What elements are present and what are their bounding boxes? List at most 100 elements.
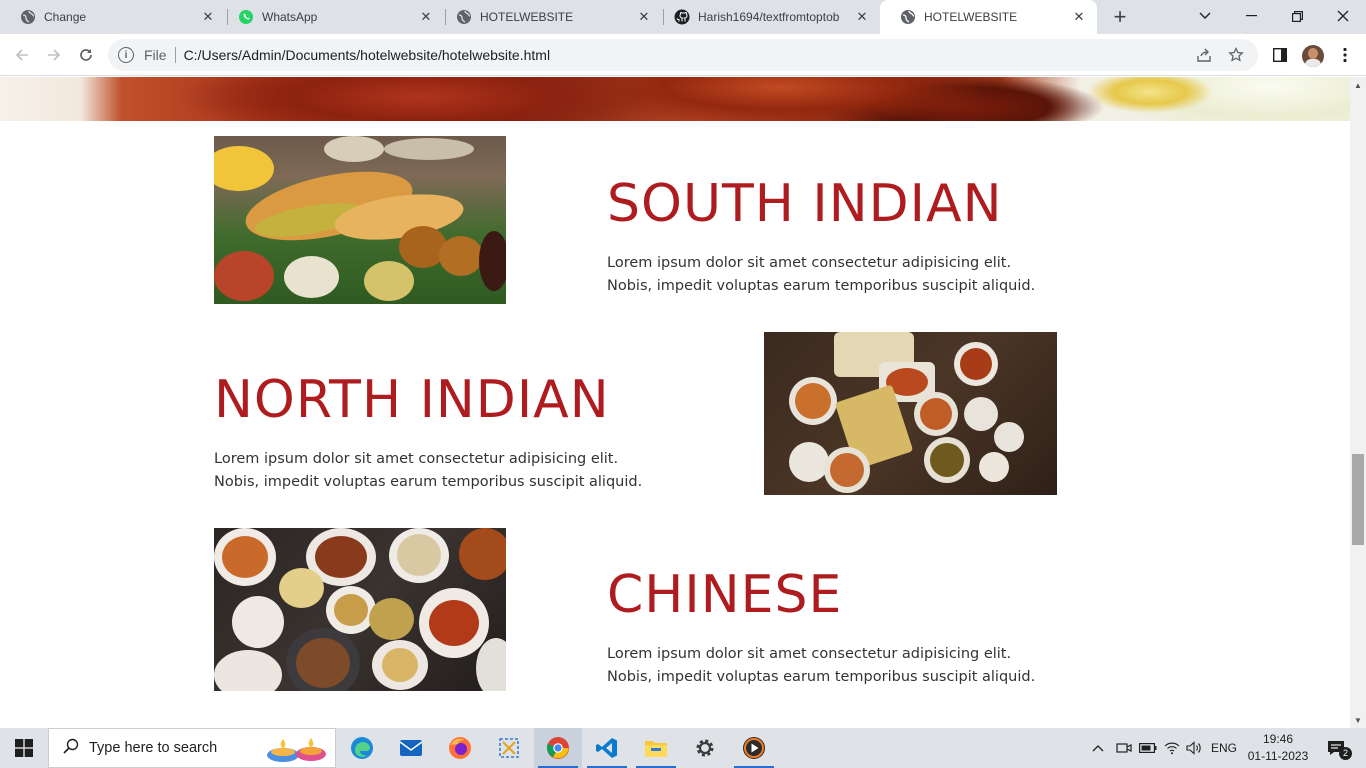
file-explorer-icon <box>645 741 667 757</box>
browser-toolbar: i File C:/Users/Admin/Documents/hotelweb… <box>0 34 1366 76</box>
windows-logo-icon <box>15 739 33 757</box>
url-text[interactable]: C:/Users/Admin/Documents/hotelwebsite/ho… <box>184 47 1194 63</box>
hero-food-banner <box>0 77 1350 121</box>
meet-now-icon[interactable] <box>1113 728 1135 768</box>
tab-whatsapp[interactable]: WhatsApp ✕ <box>218 0 444 34</box>
south-indian-food-image <box>214 136 506 304</box>
wifi-icon[interactable] <box>1161 728 1183 768</box>
section-description: Lorem ipsum dolor sit amet consectetur a… <box>214 451 643 490</box>
globe-icon <box>900 9 916 25</box>
notification-count-badge: 2 <box>1339 747 1352 760</box>
snip-icon <box>499 738 519 758</box>
globe-icon <box>456 9 472 25</box>
taskbar-search-box[interactable]: Type here to search <box>48 728 336 768</box>
edge-icon <box>351 737 373 759</box>
back-button[interactable] <box>10 43 34 67</box>
tab-github[interactable]: Harish1694/textfromtoptob ✕ <box>654 0 880 34</box>
section-description: Lorem ipsum dolor sit amet consectetur a… <box>607 646 1036 685</box>
close-icon[interactable]: ✕ <box>1071 9 1087 25</box>
chevron-down-icon <box>1199 12 1211 19</box>
clock-date: 01-11-2023 <box>1247 749 1309 763</box>
reload-icon <box>80 49 92 61</box>
kebab-menu-icon <box>1343 47 1347 63</box>
vscode-taskbar-button[interactable] <box>583 728 631 768</box>
snip-taskbar-button[interactable] <box>485 728 533 768</box>
firefox-taskbar-button[interactable] <box>436 728 484 768</box>
scroll-up-arrow-icon[interactable]: ▲ <box>1350 77 1366 93</box>
firefox-icon <box>449 737 471 759</box>
side-panel-button[interactable] <box>1268 43 1292 67</box>
close-icon[interactable]: ✕ <box>636 9 652 25</box>
scroll-down-arrow-icon[interactable]: ▼ <box>1350 712 1366 728</box>
input-language-indicator[interactable]: ENG <box>1208 728 1240 768</box>
vertical-scrollbar[interactable]: ▲ ▼ <box>1350 77 1366 728</box>
close-icon[interactable]: ✕ <box>200 9 216 25</box>
reload-button[interactable] <box>74 43 98 67</box>
volume-icon[interactable] <box>1183 728 1205 768</box>
section-title: NORTH INDIAN <box>214 370 610 430</box>
github-icon <box>674 9 690 25</box>
share-icon[interactable] <box>1194 45 1214 65</box>
restore-button[interactable] <box>1274 0 1320 32</box>
restore-icon <box>1291 10 1303 22</box>
minimize-button[interactable] <box>1228 0 1274 32</box>
media-player-taskbar-button[interactable] <box>730 728 778 768</box>
tab-strip: Change ✕ WhatsApp ✕ HOTELWEBSITE ✕ Haris… <box>0 0 1366 34</box>
notification-center-button[interactable]: 2 <box>1318 728 1354 768</box>
close-window-button[interactable] <box>1320 0 1366 32</box>
tab-change[interactable]: Change ✕ <box>0 0 226 34</box>
settings-taskbar-button[interactable] <box>681 728 729 768</box>
close-icon[interactable]: ✕ <box>854 9 870 25</box>
tab-search-button[interactable] <box>1182 0 1228 32</box>
search-icon <box>63 738 79 759</box>
media-player-icon <box>743 737 765 759</box>
notification-icon: 2 <box>1326 739 1352 760</box>
edge-taskbar-button[interactable] <box>338 728 386 768</box>
tab-title: Change <box>44 10 87 24</box>
globe-icon <box>20 9 36 25</box>
forward-button[interactable] <box>42 43 66 67</box>
section-description: Lorem ipsum dolor sit amet consectetur a… <box>607 255 1036 294</box>
side-panel-icon <box>1273 48 1287 62</box>
mail-taskbar-button[interactable] <box>387 728 435 768</box>
battery-icon[interactable] <box>1137 728 1159 768</box>
arrow-right-icon <box>48 49 61 61</box>
page-viewport: SOUTH INDIAN Lorem ipsum dolor sit amet … <box>0 77 1350 728</box>
divider <box>174 47 176 63</box>
chrome-taskbar-button[interactable] <box>534 728 582 768</box>
start-button[interactable] <box>0 728 48 768</box>
whatsapp-icon <box>238 9 254 25</box>
taskbar-clock[interactable]: 19:46 01-11-2023 <box>1246 731 1310 765</box>
info-icon[interactable]: i <box>118 47 134 63</box>
profile-avatar[interactable] <box>1302 45 1324 67</box>
minimize-icon <box>1245 15 1257 17</box>
tab-title: Harish1694/textfromtoptob <box>698 10 840 24</box>
diwali-lamps-icon <box>265 735 329 767</box>
scheme-label: File <box>144 47 167 63</box>
section-title: SOUTH INDIAN <box>607 174 1003 234</box>
new-tab-button[interactable]: + <box>1108 5 1132 29</box>
vscode-icon <box>596 738 617 758</box>
arrow-left-icon <box>15 49 28 61</box>
chinese-food-image <box>214 528 506 691</box>
tab-title: WhatsApp <box>262 10 318 24</box>
tab-hotelwebsite-active[interactable]: HOTELWEBSITE ✕ <box>880 0 1097 34</box>
windows-taskbar: Type here to search ENG 19:46 01-11-2023… <box>0 728 1366 768</box>
show-hidden-icons-chevron-up-icon[interactable] <box>1088 728 1108 768</box>
settings-icon <box>696 739 714 757</box>
mail-icon <box>399 740 423 756</box>
close-icon[interactable]: ✕ <box>418 9 434 25</box>
file-explorer-taskbar-button[interactable] <box>632 728 680 768</box>
scrollbar-thumb[interactable] <box>1352 454 1364 545</box>
close-icon <box>1337 10 1349 22</box>
chrome-icon <box>546 737 569 759</box>
bookmark-star-icon[interactable] <box>1226 45 1246 65</box>
tab-hotelwebsite[interactable]: HOTELWEBSITE ✕ <box>436 0 662 34</box>
tab-title: HOTELWEBSITE <box>924 10 1018 24</box>
search-placeholder: Type here to search <box>89 740 218 756</box>
clock-time: 19:46 <box>1262 732 1294 746</box>
address-bar[interactable]: i File C:/Users/Admin/Documents/hotelweb… <box>108 39 1258 71</box>
north-indian-food-image <box>764 332 1057 495</box>
menu-button[interactable] <box>1333 43 1357 67</box>
tab-title: HOTELWEBSITE <box>480 10 574 24</box>
